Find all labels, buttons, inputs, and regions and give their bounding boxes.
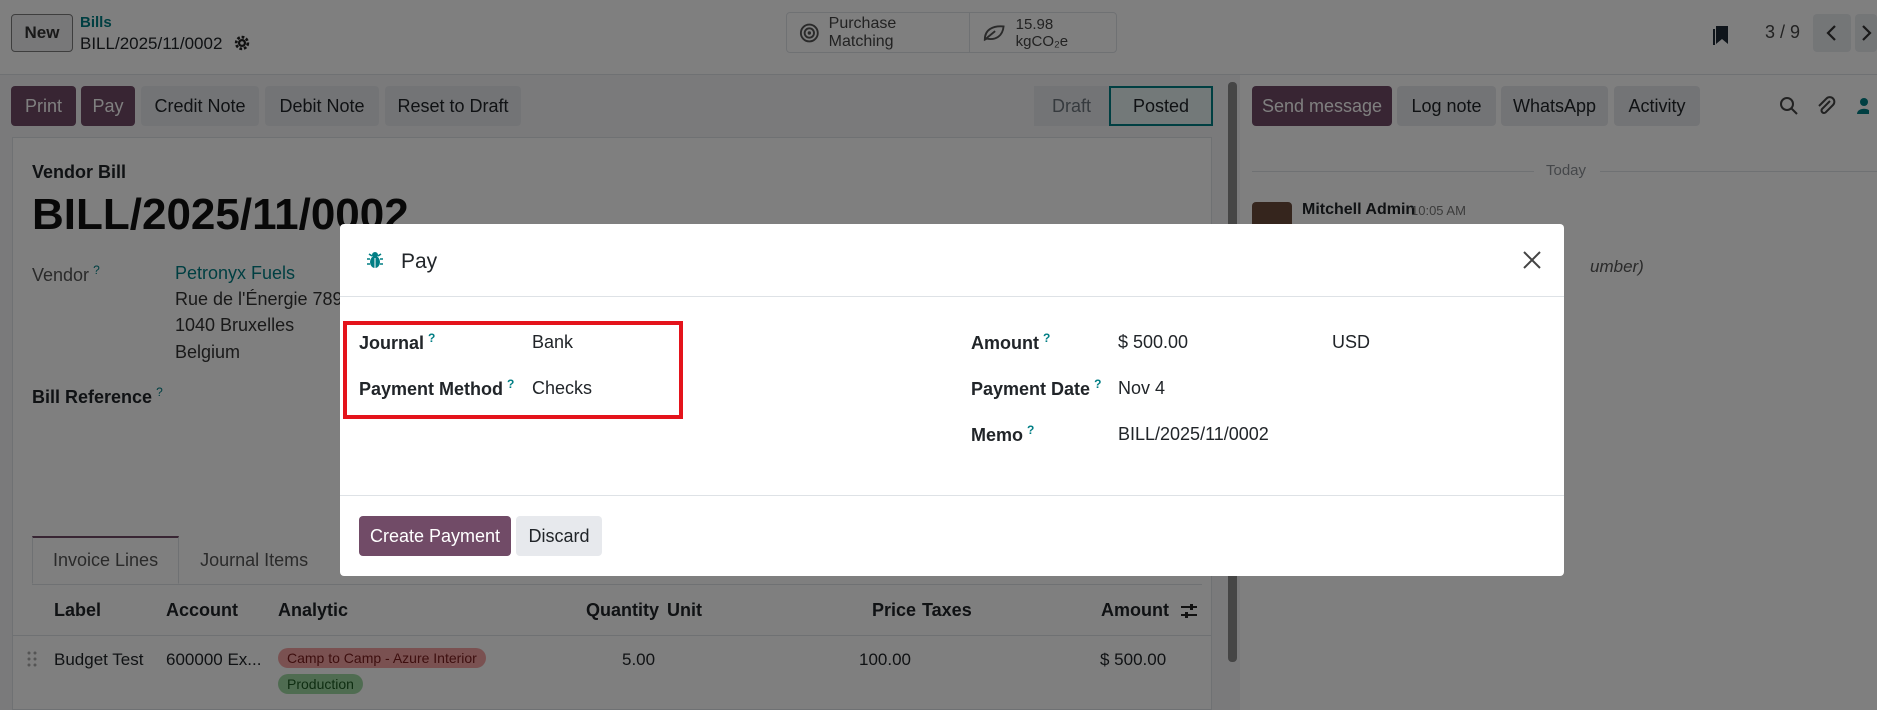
- pay-dialog: Pay Journal? Bank Payment Method? Checks…: [340, 224, 1564, 576]
- amount-field[interactable]: $ 500.00: [1118, 332, 1188, 353]
- amount-label: Amount?: [971, 331, 1051, 353]
- payment-date-label: Payment Date?: [971, 377, 1102, 399]
- memo-label: Memo?: [971, 423, 1035, 445]
- close-icon[interactable]: [1520, 248, 1544, 272]
- dialog-title: Pay: [401, 250, 438, 273]
- journal-label: Journal?: [359, 331, 436, 353]
- payment-method-label: Payment Method?: [359, 377, 515, 399]
- journal-field[interactable]: Bank: [532, 332, 573, 353]
- create-payment-button[interactable]: Create Payment: [359, 516, 511, 556]
- payment-date-field[interactable]: Nov 4: [1118, 378, 1165, 399]
- memo-field[interactable]: BILL/2025/11/0002: [1118, 424, 1269, 445]
- discard-button[interactable]: Discard: [516, 516, 602, 556]
- dialog-header: Pay: [340, 224, 1564, 297]
- bug-icon: [367, 252, 383, 268]
- currency-field[interactable]: USD: [1332, 332, 1370, 353]
- payment-method-field[interactable]: Checks: [532, 378, 592, 399]
- dialog-footer-separator: [340, 495, 1564, 496]
